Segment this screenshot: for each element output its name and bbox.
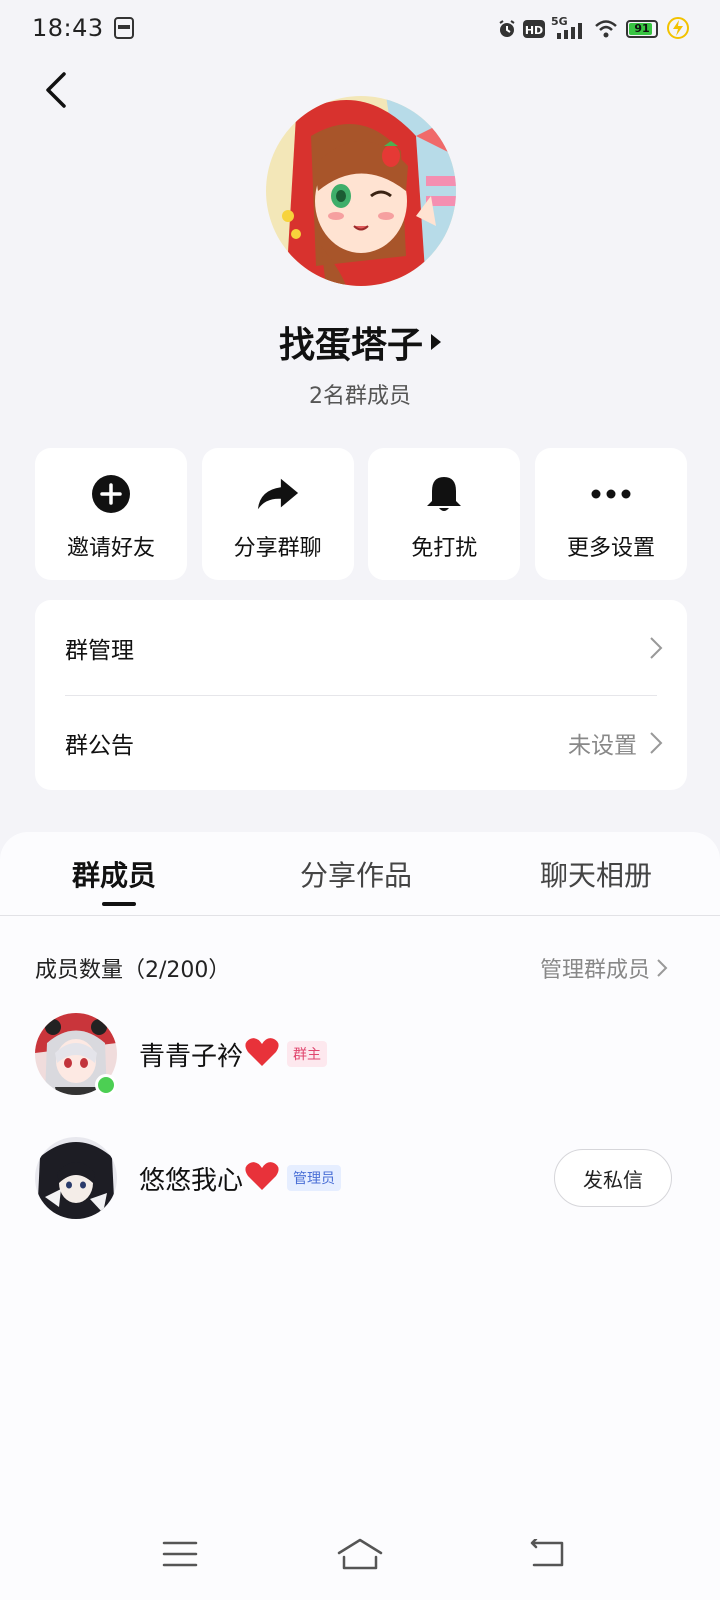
member-avatar[interactable] xyxy=(35,1137,117,1219)
heart-icon xyxy=(245,1161,279,1195)
status-bar: 18:43 HD 5G 91 xyxy=(0,0,720,58)
active-tab-indicator xyxy=(102,902,136,906)
bell-icon xyxy=(422,472,466,516)
charging-icon xyxy=(667,16,689,44)
status-time: 18:43 xyxy=(32,14,104,42)
group-avatar[interactable] xyxy=(266,96,456,286)
share-group-label: 分享群聊 xyxy=(233,536,322,561)
group-management-label: 群管理 xyxy=(65,637,134,664)
members-panel: 群成员 分享作品 聊天相册 成员数量（2/200） 管理群成员 青青子衿 群主 … xyxy=(0,832,720,1512)
svg-text:5G: 5G xyxy=(551,15,568,28)
svg-text:HD: HD xyxy=(525,24,543,37)
battery-level: 91 xyxy=(634,22,650,35)
role-badge-owner: 群主 xyxy=(287,1041,328,1067)
wifi-icon xyxy=(594,19,618,43)
do-not-disturb-button[interactable]: 免打扰 xyxy=(368,448,521,580)
more-settings-label: 更多设置 xyxy=(566,536,655,561)
member-row[interactable]: 悠悠我心 管理员 发私信 xyxy=(35,1136,672,1220)
online-status-dot xyxy=(95,1074,117,1096)
send-private-message-button[interactable]: 发私信 xyxy=(554,1149,672,1207)
group-notice-label: 群公告 xyxy=(65,732,134,759)
caret-right-icon xyxy=(431,334,441,350)
member-name: 悠悠我心 xyxy=(139,1165,244,1196)
members-header: 成员数量（2/200） 管理群成员 xyxy=(35,952,672,984)
member-row[interactable]: 青青子衿 群主 xyxy=(35,1012,672,1096)
heart-icon xyxy=(245,1037,279,1071)
action-grid: 邀请好友 分享群聊 免打扰 更多设置 xyxy=(35,448,687,580)
battery-icon: 91 xyxy=(626,20,658,38)
group-name: 找蛋塔子 xyxy=(278,325,423,366)
home-icon xyxy=(337,1538,383,1570)
chevron-right-icon xyxy=(650,636,663,659)
share-group-button[interactable]: 分享群聊 xyxy=(201,448,354,580)
chevron-right-icon xyxy=(657,959,668,977)
group-name-row[interactable]: 找蛋塔子 xyxy=(0,316,720,368)
manage-members-label: 管理群成员 xyxy=(539,958,650,983)
plus-circle-icon xyxy=(89,472,133,516)
tab-shared-works[interactable]: 分享作品 xyxy=(300,854,412,894)
tab-chat-album[interactable]: 聊天相册 xyxy=(540,854,652,894)
invite-friends-label: 邀请好友 xyxy=(66,536,155,561)
role-badge-admin: 管理员 xyxy=(287,1165,342,1191)
members-count: 成员数量（2/200） xyxy=(35,958,231,983)
invite-friends-button[interactable]: 邀请好友 xyxy=(35,448,187,580)
hd-icon: HD xyxy=(523,19,545,43)
group-notice-row[interactable]: 群公告 未设置 xyxy=(65,695,663,790)
member-count-caption: 2名群成员 xyxy=(309,384,411,409)
group-notice-value: 未设置 xyxy=(568,732,637,759)
member-name: 青青子衿 xyxy=(139,1041,244,1072)
chevron-right-icon xyxy=(650,731,663,754)
back-button[interactable] xyxy=(32,66,80,114)
more-dots-icon xyxy=(589,472,633,516)
do-not-disturb-label: 免打扰 xyxy=(411,536,478,561)
sim-card-icon xyxy=(114,17,134,39)
share-arrow-icon xyxy=(256,472,300,516)
nav-home-button[interactable] xyxy=(336,1534,384,1574)
signal-5g-icon: 5G xyxy=(551,15,587,45)
system-nav-bar xyxy=(0,1512,720,1600)
alarm-icon xyxy=(497,19,517,43)
back-arrow-icon xyxy=(530,1539,564,1567)
nav-menu-button[interactable] xyxy=(156,1534,204,1574)
manage-members-link[interactable]: 管理群成员 xyxy=(540,952,672,984)
more-settings-button[interactable]: 更多设置 xyxy=(534,448,687,580)
nav-back-button[interactable] xyxy=(524,1534,572,1574)
menu-icon xyxy=(162,1541,198,1567)
tab-bar: 群成员 分享作品 聊天相册 xyxy=(0,832,720,916)
settings-card: 群管理 群公告 未设置 xyxy=(35,600,687,790)
tab-members[interactable]: 群成员 xyxy=(72,854,156,894)
chevron-left-icon xyxy=(46,72,66,108)
group-management-row[interactable]: 群管理 xyxy=(65,600,663,695)
